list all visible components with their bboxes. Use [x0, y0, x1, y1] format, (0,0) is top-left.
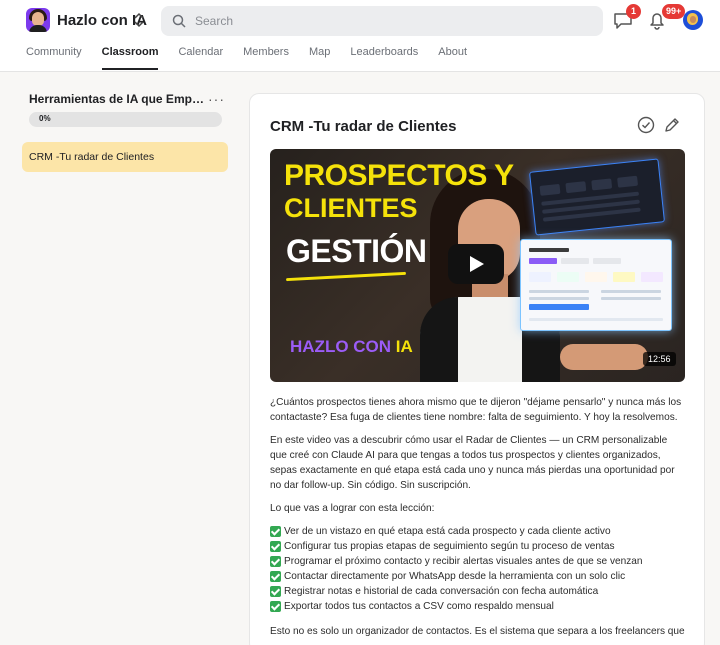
video-brand: HAZLO CON IA: [290, 337, 413, 357]
check-mark-icon: [270, 586, 281, 597]
video-duration: 12:56: [643, 352, 676, 366]
tab-about[interactable]: About: [438, 44, 467, 70]
pencil-icon: [665, 118, 679, 132]
tab-leaderboards[interactable]: Leaderboards: [350, 44, 418, 70]
presenter-hand: [560, 344, 648, 370]
group-logo[interactable]: [26, 8, 50, 32]
title-underline: [286, 271, 406, 282]
check-circle-icon: [637, 116, 655, 134]
checklist: Ver de un vistazo en qué etapa está cada…: [270, 524, 685, 614]
brand-word-2: IA: [395, 337, 413, 356]
brand-word-1: HAZLO CON: [290, 337, 392, 356]
paragraph: Esto no es solo un organizador de contac…: [270, 626, 685, 637]
mark-complete-button[interactable]: [637, 116, 655, 134]
search-input[interactable]: [195, 10, 595, 32]
checklist-item: Registrar notas e historial de cada conv…: [270, 584, 685, 599]
edit-lesson-button[interactable]: [663, 116, 681, 134]
search-icon: [172, 14, 186, 28]
checklist-text: Registrar notas e historial de cada conv…: [284, 586, 599, 597]
check-mark-icon: [270, 541, 281, 552]
video-title-line-3: GESTIÓN: [286, 233, 427, 269]
search-bar[interactable]: [161, 6, 603, 36]
check-mark-icon: [270, 526, 281, 537]
paragraph: En este video vas a descubrir cómo usar …: [270, 435, 675, 491]
check-mark-icon: [270, 556, 281, 567]
check-mark-icon: [270, 601, 281, 612]
checklist-text: Exportar todos tus contactos a CSV como …: [284, 601, 554, 612]
tab-calendar[interactable]: Calendar: [178, 44, 223, 70]
tab-map[interactable]: Map: [309, 44, 330, 70]
notifications-badge: 99+: [662, 4, 686, 19]
lesson-card: CRM -Tu radar de Clientes PROSPECTOS Y C…: [249, 93, 705, 645]
checklist-item: Contactar directamente por WhatsApp desd…: [270, 569, 685, 584]
user-avatar[interactable]: [683, 10, 703, 30]
lesson-title: CRM -Tu radar de Clientes: [270, 118, 457, 135]
switch-group-icon[interactable]: [133, 12, 145, 28]
checklist-text: Programar el próximo contacto y recibir …: [284, 556, 643, 567]
checklist-item: Configurar tus propias etapas de seguimi…: [270, 539, 685, 554]
play-button[interactable]: [448, 244, 504, 284]
top-header: Hazlo con IA 1 99+ Community Classroom C…: [0, 0, 720, 72]
lesson-video[interactable]: PROSPECTOS Y CLIENTES GESTIÓN HAZLO CON …: [270, 149, 685, 382]
light-dashboard-thumbnail: [520, 239, 672, 331]
more-options-icon[interactable]: ···: [208, 91, 225, 107]
check-mark-icon: [270, 571, 281, 582]
checklist-text: Contactar directamente por WhatsApp desd…: [284, 571, 626, 582]
checklist-item: Ver de un vistazo en qué etapa está cada…: [270, 524, 685, 539]
checklist-text: Configurar tus propias etapas de seguimi…: [284, 541, 615, 552]
nav-tabs: Community Classroom Calendar Members Map…: [26, 44, 487, 72]
avatar-face: [690, 16, 696, 23]
chat-badge: 1: [626, 4, 641, 19]
course-title: Herramientas de IA que Empoderan: [29, 92, 205, 106]
checklist-item: Exportar todos tus contactos a CSV como …: [270, 599, 685, 614]
tab-classroom[interactable]: Classroom: [101, 44, 158, 70]
dark-dashboard-thumbnail: [529, 158, 665, 236]
paragraph: Lo que vas a lograr con esta lección:: [270, 503, 435, 514]
presenter-vest-left: [420, 297, 458, 382]
checklist-text: Ver de un vistazo en qué etapa está cada…: [284, 526, 611, 537]
video-title-line-2: CLIENTES: [284, 193, 418, 223]
logo-body: [29, 25, 47, 32]
tab-members[interactable]: Members: [243, 44, 289, 70]
lesson-description: ¿Cuántos prospectos tienes ahora mismo q…: [270, 395, 685, 645]
video-title-line-1: PROSPECTOS Y: [284, 159, 514, 192]
lesson-item-label: CRM -Tu radar de Clientes: [29, 151, 155, 163]
sidebar-lesson-item[interactable]: CRM -Tu radar de Clientes: [22, 142, 228, 172]
paragraph: ¿Cuántos prospectos tienes ahora mismo q…: [270, 397, 682, 423]
logo-face: [32, 12, 44, 26]
course-progress-bar: 0%: [29, 112, 222, 127]
tab-community[interactable]: Community: [26, 44, 82, 70]
progress-label: 0%: [39, 114, 51, 123]
checklist-item: Programar el próximo contacto y recibir …: [270, 554, 685, 569]
